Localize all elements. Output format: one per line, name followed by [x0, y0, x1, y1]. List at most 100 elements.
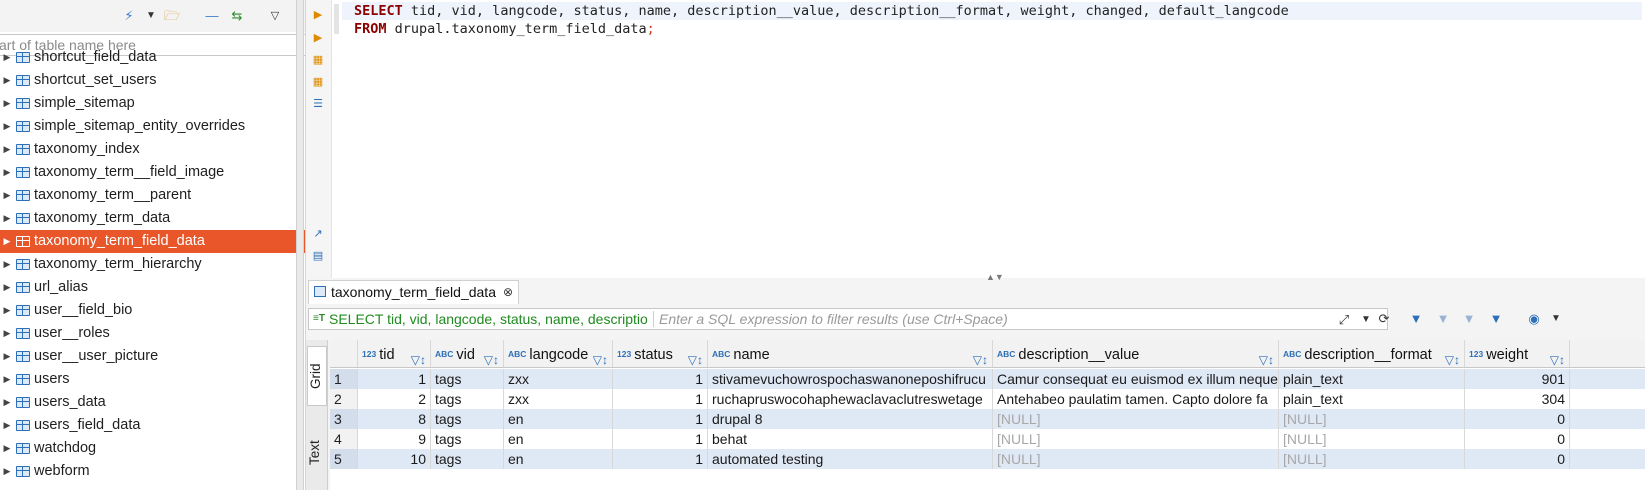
sash-handle-icon[interactable]: ▲▼ — [986, 272, 1004, 282]
cell-vid[interactable]: tags — [431, 409, 504, 429]
cell-desc-format[interactable]: [NULL] — [1279, 449, 1465, 469]
column-filter-sort-icon[interactable]: ▽↕ — [411, 346, 426, 367]
export-icon[interactable]: ↗ — [311, 227, 325, 241]
table-row[interactable]: 2 2 tags zxx 1 ruchapruswocohaphewaclavaclutr… — [330, 389, 1645, 409]
expand-arrow-icon[interactable]: ▶ — [2, 230, 12, 253]
row-number[interactable]: 5 — [330, 449, 358, 469]
cell-desc-value[interactable]: [NULL] — [993, 449, 1279, 469]
expand-arrow-icon[interactable]: ▶ — [2, 161, 12, 184]
maximize-icon[interactable]: ⤢ — [1334, 310, 1354, 330]
link-icon[interactable]: ⇆ — [228, 8, 246, 24]
cell-tid[interactable]: 8 — [358, 409, 431, 429]
execute-script-new-tab-icon[interactable]: ▦ — [311, 75, 325, 89]
expand-arrow-icon[interactable]: ▶ — [2, 368, 12, 391]
code-line-2[interactable]: FROM drupal.taxonomy_term_field_data; — [342, 20, 1642, 38]
expand-arrow-icon[interactable]: ▶ — [2, 46, 12, 69]
folder-icon[interactable]: 🗁 — [163, 8, 181, 24]
cell-name[interactable]: behat — [708, 429, 993, 449]
cell-vid[interactable]: tags — [431, 389, 504, 409]
tree-item-simple-sitemap-entity-overrides[interactable]: ▶ simple_sitemap_entity_overrides — [0, 115, 305, 138]
cell-desc-value[interactable]: [NULL] — [993, 409, 1279, 429]
column-filter-sort-icon[interactable]: ▽↕ — [973, 346, 988, 367]
expand-arrow-icon[interactable]: ▶ — [2, 138, 12, 161]
cell-langcode[interactable]: en — [504, 449, 613, 469]
cell-name[interactable]: ruchapruswocohaphewaclavaclutreswetage — [708, 389, 993, 409]
expand-arrow-icon[interactable]: ▶ — [2, 207, 12, 230]
tree-item-taxonomy-term-hierarchy[interactable]: ▶ taxonomy_term_hierarchy — [0, 253, 305, 276]
panels-icon[interactable]: ◉ — [1524, 309, 1544, 329]
tree-item-users-field-data[interactable]: ▶ users_field_data — [0, 414, 305, 437]
expand-arrow-icon[interactable]: ▶ — [2, 299, 12, 322]
column-filter-sort-icon[interactable]: ▽↕ — [484, 346, 499, 367]
menu-icon[interactable]: ▽ — [266, 8, 284, 24]
expand-arrow-icon[interactable]: ▶ — [2, 69, 12, 92]
panels-dropdown-icon[interactable]: ▼ — [1546, 309, 1566, 329]
cell-langcode[interactable]: en — [504, 409, 613, 429]
tree-item-taxonomy-term-field-data[interactable]: ▶ taxonomy_term_field_data — [0, 230, 305, 253]
filter-history-dropdown-icon[interactable]: ▼ — [1356, 310, 1376, 330]
column-header-tid[interactable]: 123 tid ▽↕ — [358, 340, 431, 367]
expand-arrow-icon[interactable]: ▶ — [2, 322, 12, 345]
cell-desc-format[interactable]: plain_text — [1279, 389, 1465, 409]
column-filter-sort-icon[interactable]: ▽↕ — [688, 346, 703, 367]
execute-script-icon[interactable]: ▦ — [311, 53, 325, 67]
code-line-1[interactable]: SELECT tid, vid, langcode, status, name,… — [342, 2, 1642, 20]
tree-item-watchdog[interactable]: ▶ watchdog — [0, 437, 305, 460]
expand-arrow-icon[interactable]: ▶ — [2, 276, 12, 299]
cell-tid[interactable]: 10 — [358, 449, 431, 469]
sql-editor[interactable]: ▶ ▶ ▦ ▦ ☰ ↗ ▤ SELECT tid, vid, langcode,… — [306, 0, 1645, 278]
cell-weight[interactable]: 0 — [1465, 409, 1570, 429]
table-row[interactable]: 3 8 tags en 1 drupal 8 [NULL] [NULL] 0 — [330, 409, 1645, 429]
cell-vid[interactable]: tags — [431, 429, 504, 449]
table-row[interactable]: 5 10 tags en 1 automated testing [NULL] [NULL] 0 — [330, 449, 1645, 469]
tree-item-user-field-bio[interactable]: ▶ user__field_bio — [0, 299, 305, 322]
cell-weight[interactable]: 0 — [1465, 449, 1570, 469]
filter-expression-input[interactable]: Enter a SQL expression to filter results… — [659, 309, 1008, 329]
cell-status[interactable]: 1 — [613, 429, 708, 449]
column-header-description-value[interactable]: ABC description__value ▽↕ — [993, 340, 1279, 367]
cell-desc-value[interactable]: Camur consequat eu euismod ex illum nequ… — [993, 369, 1279, 389]
cell-desc-value[interactable]: [NULL] — [993, 429, 1279, 449]
cell-tid[interactable]: 2 — [358, 389, 431, 409]
row-number[interactable]: 1 — [330, 369, 358, 389]
explain-plan-icon[interactable]: ☰ — [311, 97, 325, 111]
column-filter-sort-icon[interactable]: ▽↕ — [1259, 346, 1274, 367]
format-icon[interactable]: ▤ — [311, 249, 325, 263]
tree-item-webform[interactable]: ▶ webform — [0, 460, 305, 483]
column-header-name[interactable]: ABC name ▽↕ — [708, 340, 993, 367]
results-tab[interactable]: taxonomy_term_field_data ⊗ — [308, 280, 519, 304]
cell-desc-format[interactable]: [NULL] — [1279, 409, 1465, 429]
refresh-icon[interactable]: ⟳ — [1374, 309, 1394, 329]
cell-weight[interactable]: 901 — [1465, 369, 1570, 389]
row-number[interactable]: 3 — [330, 409, 358, 429]
tree-item-taxonomy-term-data[interactable]: ▶ taxonomy_term_data — [0, 207, 305, 230]
cell-status[interactable]: 1 — [613, 389, 708, 409]
expand-arrow-icon[interactable]: ▶ — [2, 437, 12, 460]
row-number[interactable]: 2 — [330, 389, 358, 409]
cell-tid[interactable]: 9 — [358, 429, 431, 449]
tree-item-users-data[interactable]: ▶ users_data — [0, 391, 305, 414]
cell-name[interactable]: automated testing — [708, 449, 993, 469]
column-header-vid[interactable]: ABC vid ▽↕ — [431, 340, 504, 367]
cell-desc-value[interactable]: Antehabeo paulatim tamen. Capto dolore f… — [993, 389, 1279, 409]
cell-status[interactable]: 1 — [613, 449, 708, 469]
expand-arrow-icon[interactable]: ▶ — [2, 345, 12, 368]
column-filter-sort-icon[interactable]: ▽↕ — [593, 346, 608, 367]
cell-name[interactable]: drupal 8 — [708, 409, 993, 429]
cell-desc-format[interactable]: [NULL] — [1279, 429, 1465, 449]
execute-in-new-tab-icon[interactable]: ▶ — [311, 31, 325, 45]
expand-arrow-icon[interactable]: ▶ — [2, 115, 12, 138]
panel-splitter[interactable] — [296, 0, 304, 490]
column-header-description-format[interactable]: ABC description__format ▽↕ — [1279, 340, 1465, 367]
column-filter-sort-icon[interactable]: ▽↕ — [1445, 346, 1460, 367]
filter-settings-icon[interactable]: ▼ — [1486, 309, 1506, 329]
expand-arrow-icon[interactable]: ▶ — [2, 253, 12, 276]
column-filter-sort-icon[interactable]: ▽↕ — [1550, 346, 1565, 367]
connect-icon[interactable]: ⚡ — [120, 8, 138, 24]
tree-item-taxonomy-index[interactable]: ▶ taxonomy_index — [0, 138, 305, 161]
tree-item-taxonomy-term-field-image[interactable]: ▶ taxonomy_term__field_image — [0, 161, 305, 184]
tree-item-users[interactable]: ▶ users — [0, 368, 305, 391]
cell-langcode[interactable]: zxx — [504, 369, 613, 389]
expand-arrow-icon[interactable]: ▶ — [2, 391, 12, 414]
column-header-status[interactable]: 123 status ▽↕ — [613, 340, 708, 367]
